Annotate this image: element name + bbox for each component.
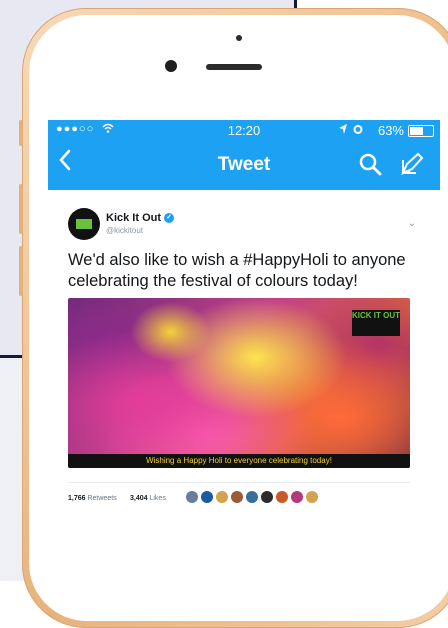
liker-avatar[interactable] <box>216 491 228 503</box>
volume-down-button <box>19 246 23 296</box>
author-handle[interactable]: @kickitout <box>106 226 143 235</box>
compose-button[interactable] <box>400 152 424 181</box>
likes-count: 3,404 <box>130 495 148 502</box>
phone-screen: ●●●○○ 12:20 63% Tweet Kick It Out ✓ @kic… <box>48 120 440 581</box>
avatar[interactable] <box>68 208 100 240</box>
liker-avatar[interactable] <box>276 491 288 503</box>
liker-avatar[interactable] <box>261 491 273 503</box>
tweet-media[interactable]: KICK IT OUT Wishing a Happy Holi to ever… <box>68 298 410 468</box>
search-button[interactable] <box>358 152 382 181</box>
volume-up-button <box>19 184 23 234</box>
status-bar: ●●●○○ 12:20 63% <box>48 120 440 140</box>
retweets-stat[interactable]: 1,766 Retweets <box>68 495 117 502</box>
tweet-header: Kick It Out ✓ @kickitout ⌄ <box>68 208 420 240</box>
author-name-text: Kick It Out <box>106 212 162 224</box>
avatar-logo-icon <box>76 219 92 229</box>
likes-label: Likes <box>149 495 166 502</box>
liker-avatars <box>186 491 321 505</box>
verified-badge-icon: ✓ <box>164 213 175 224</box>
media-caption: Wishing a Happy Holi to everyone celebra… <box>68 454 410 468</box>
media-logo: KICK IT OUT <box>352 310 400 336</box>
battery-icon <box>408 125 434 137</box>
liker-avatar[interactable] <box>201 491 213 503</box>
alarm-icon <box>352 123 364 138</box>
location-icon <box>338 123 348 138</box>
tweet-text: We'd also like to wish a #HappyHoli to a… <box>68 251 406 290</box>
likes-stat[interactable]: 3,404 Likes <box>130 495 166 502</box>
tweet-stats: 1,766 Retweets 3,404 Likes <box>68 489 420 511</box>
earpiece-speaker <box>206 64 262 70</box>
author-name[interactable]: Kick It Out ✓ <box>106 212 175 224</box>
compose-icon <box>401 152 424 175</box>
liker-avatar[interactable] <box>231 491 243 503</box>
divider <box>68 482 410 483</box>
liker-avatar[interactable] <box>246 491 258 503</box>
chevron-down-icon[interactable]: ⌄ <box>408 218 416 229</box>
proximity-sensor <box>236 35 242 41</box>
battery-fill <box>410 127 423 135</box>
liker-avatar[interactable] <box>291 491 303 503</box>
media-logo-text: KICK IT OUT <box>352 311 400 320</box>
liker-avatar[interactable] <box>186 491 198 503</box>
retweets-count: 1,766 <box>68 495 86 502</box>
front-camera <box>165 60 177 72</box>
battery-percent: 63% <box>377 123 404 138</box>
retweets-label: Retweets <box>87 495 117 502</box>
tweet-detail: Kick It Out ✓ @kickitout ⌄ We'd also like… <box>48 190 440 511</box>
navigation-bar: Tweet <box>48 140 440 190</box>
mute-switch <box>19 120 23 146</box>
liker-avatar[interactable] <box>306 491 318 503</box>
search-icon <box>359 153 382 176</box>
